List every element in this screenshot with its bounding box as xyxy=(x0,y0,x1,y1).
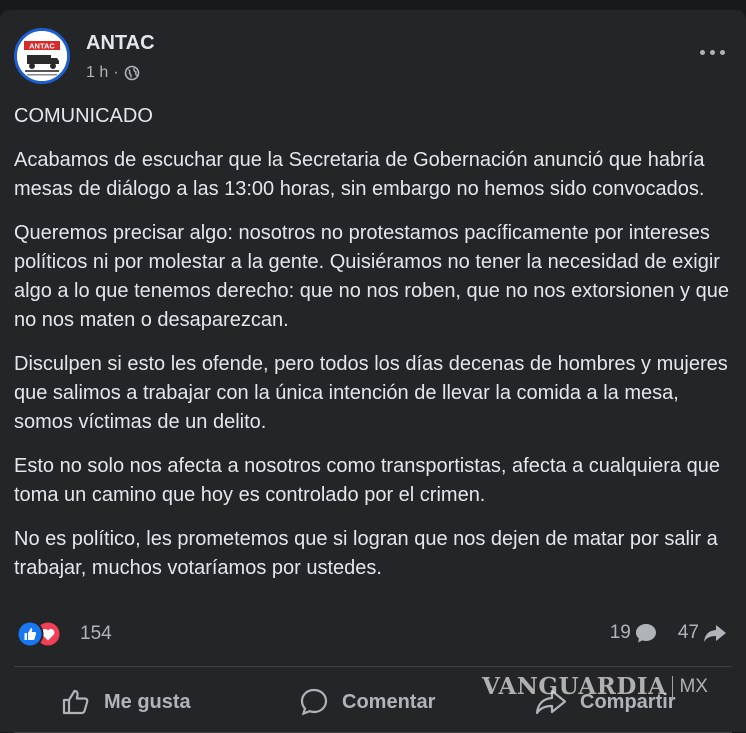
share-label: Compartir xyxy=(580,690,676,713)
share-button[interactable]: Compartir xyxy=(534,674,676,730)
comments-count-link[interactable]: 19 xyxy=(610,622,658,644)
shares-count-link[interactable]: 47 xyxy=(678,622,728,644)
post-card: ANTAC ANTAC 1 h · COMUNICADO Acabamos de… xyxy=(0,10,746,733)
post-paragraph: Acabamos de escuchar que la Secretaria d… xyxy=(14,149,705,200)
comment-outline-icon xyxy=(300,688,328,716)
post-meta: 1 h · xyxy=(86,64,140,82)
like-button[interactable]: Me gusta xyxy=(60,674,191,730)
share-arrow-icon xyxy=(704,625,726,642)
post-paragraph: Esto no solo nos afecta a nosotros como … xyxy=(14,455,720,506)
globe-icon[interactable] xyxy=(124,65,140,81)
engagement-counts: 19 47 xyxy=(610,622,728,644)
comments-count: 19 xyxy=(609,622,631,643)
reactions-count[interactable]: 154 xyxy=(80,623,112,645)
post-paragraph: Disculpen si esto les ofende, pero todos… xyxy=(14,353,728,433)
post-paragraph: COMUNICADO xyxy=(14,105,153,127)
post-actions: Me gusta Comentar Compartir xyxy=(14,674,732,730)
comment-label: Comentar xyxy=(342,690,436,713)
author-name[interactable]: ANTAC xyxy=(86,32,155,55)
share-outline-icon xyxy=(535,689,567,715)
post-time[interactable]: 1 h xyxy=(86,64,108,82)
logo-text: ANTAC xyxy=(29,42,55,51)
more-options-icon[interactable] xyxy=(698,42,728,62)
post-body: COMUNICADO Acabamos de escuchar que la S… xyxy=(14,102,734,598)
post-paragraph: No es político, les prometemos que si lo… xyxy=(14,528,718,579)
like-icon xyxy=(16,620,44,648)
post-header: ANTAC ANTAC 1 h · xyxy=(14,28,732,88)
comment-button[interactable]: Comentar xyxy=(298,674,435,730)
like-outline-icon xyxy=(62,689,89,715)
post-paragraph: Queremos precisar algo: nosotros no prot… xyxy=(14,222,729,331)
reactions-bar: 154 19 47 xyxy=(14,620,732,648)
like-label: Me gusta xyxy=(104,690,191,713)
antac-logo-icon: ANTAC xyxy=(17,31,67,81)
comment-bubble-icon xyxy=(635,624,656,643)
divider xyxy=(14,666,732,667)
meta-separator: · xyxy=(113,64,119,81)
shares-count: 47 xyxy=(677,622,699,643)
reaction-icons[interactable] xyxy=(16,620,76,648)
page-avatar[interactable]: ANTAC xyxy=(14,28,70,84)
